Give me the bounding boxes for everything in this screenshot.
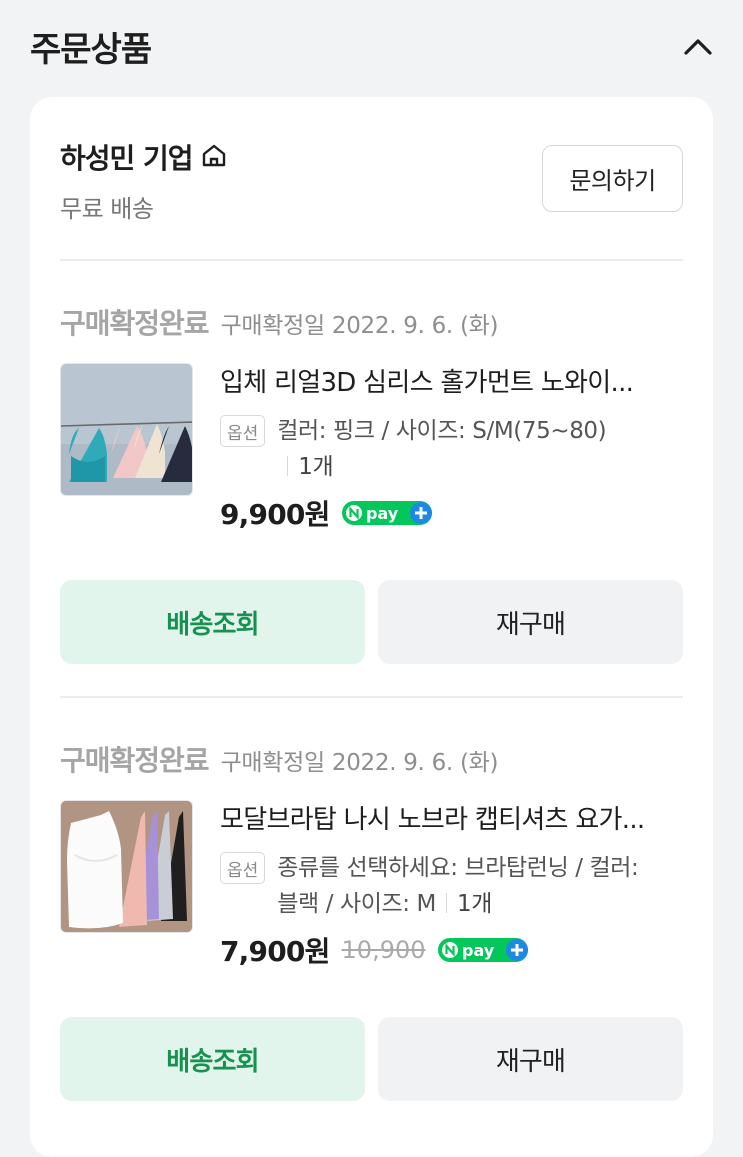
option-text: 종류를 선택하세요: 브라탑런닝 / 컬러: — [277, 855, 639, 881]
option-details: 컬러: 핑크 / 사이즈: S/M(75~80) 1개 — [277, 413, 606, 485]
seller-name[interactable]: 하성민 기업 — [60, 137, 194, 177]
npay-plus-icon: pay — [437, 936, 530, 964]
rebuy-button[interactable]: 재구매 — [378, 1017, 683, 1101]
rebuy-button[interactable]: 재구매 — [378, 580, 683, 664]
product-row[interactable]: 입체 리얼3D 심리스 홀가먼트 노와이... 옵션 컬러: 핑크 / 사이즈:… — [60, 363, 683, 531]
order-item: 구매확정완료 구매확정일 2022. 9. 6. (화) 모달브라탑 나시 노브… — [60, 739, 683, 1101]
order-items-header: 주문상품 — [0, 0, 743, 97]
chevron-up-icon[interactable] — [681, 30, 715, 64]
option-text: 블랙 / 사이즈: M — [277, 891, 436, 917]
quantity: 1개 — [298, 454, 334, 480]
divider — [60, 259, 683, 261]
track-delivery-button[interactable]: 배송조회 — [60, 1017, 365, 1101]
track-delivery-button[interactable]: 배송조회 — [60, 580, 365, 664]
original-price: 10,900 — [341, 936, 426, 964]
price: 7,900원 — [220, 935, 330, 968]
order-status: 구매확정완료 — [60, 307, 210, 340]
section-title: 주문상품 — [30, 30, 152, 70]
price: 9,900원 — [220, 498, 330, 531]
order-card: 하성민 기업 무료 배송 문의하기 구매확정완료 구매확정일 2022. 9. … — [30, 97, 713, 1157]
option-badge: 옵션 — [220, 852, 266, 884]
order-item: 구매확정완료 구매확정일 2022. 9. 6. (화) 입체 리얼3D 심리스… — [60, 302, 683, 664]
divider — [60, 696, 683, 698]
confirm-date: 구매확정일 2022. 9. 6. (화) — [220, 750, 499, 776]
npay-plus-icon: pay — [341, 499, 434, 527]
option-details: 종류를 선택하세요: 브라탑런닝 / 컬러: 블랙 / 사이즈: M 1개 — [277, 850, 638, 922]
quantity: 1개 — [456, 891, 492, 917]
product-thumbnail[interactable] — [60, 800, 193, 933]
quantity-separator — [445, 893, 447, 913]
store-home-icon[interactable] — [201, 142, 227, 172]
seller-info: 하성민 기업 무료 배송 문의하기 — [60, 137, 683, 223]
product-name[interactable]: 입체 리얼3D 심리스 홀가먼트 노와이... — [220, 363, 683, 403]
npay-text: pay — [366, 504, 399, 523]
quantity-separator — [287, 456, 289, 476]
product-name[interactable]: 모달브라탑 나시 노브라 캡티셔츠 요가... — [220, 800, 683, 840]
inquiry-button[interactable]: 문의하기 — [542, 145, 683, 212]
confirm-date: 구매확정일 2022. 9. 6. (화) — [220, 313, 499, 339]
option-badge: 옵션 — [220, 415, 266, 447]
option-text: 컬러: 핑크 / 사이즈: S/M(75~80) — [277, 418, 607, 444]
product-row[interactable]: 모달브라탑 나시 노브라 캡티셔츠 요가... 옵션 종류를 선택하세요: 브라… — [60, 800, 683, 968]
product-thumbnail[interactable] — [60, 363, 193, 496]
npay-text: pay — [462, 941, 495, 960]
order-status: 구매확정완료 — [60, 744, 210, 777]
